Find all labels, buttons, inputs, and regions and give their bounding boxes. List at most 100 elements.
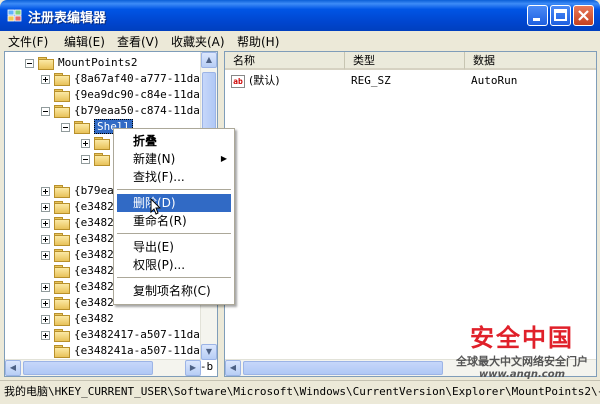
menu-item-delete[interactable]: 删除(D) xyxy=(117,194,231,212)
folder-icon xyxy=(54,281,70,294)
mouse-pointer-icon xyxy=(150,198,162,215)
tree-node-label: {e348241a-a507-11da-8 xyxy=(74,344,214,357)
tree-node[interactable]: {e348241a-a507-11da-8 xyxy=(41,343,213,359)
string-value-icon: ab xyxy=(231,74,245,88)
list-row[interactable]: ab (默认) REG_SZ AutoRun xyxy=(231,73,591,89)
folder-icon xyxy=(54,73,70,86)
folder-icon xyxy=(54,297,70,310)
column-header-data[interactable]: 数据 xyxy=(465,52,596,70)
tree-node[interactable] xyxy=(81,151,114,167)
tree-node[interactable]: {e3482 xyxy=(41,231,114,247)
menu-item-rename[interactable]: 重命名(R) xyxy=(117,212,231,230)
status-bar: 我的电脑\HKEY_CURRENT_USER\Software\Microsof… xyxy=(0,380,600,404)
menu-item-new[interactable]: 新建(N) ▶ xyxy=(117,150,231,168)
column-header-name[interactable]: 名称 xyxy=(225,52,345,70)
tree-node-label: {e3482 xyxy=(74,248,114,261)
scroll-down-button[interactable]: ▼ xyxy=(201,344,217,360)
scroll-left-button[interactable]: ◀ xyxy=(5,360,21,376)
context-menu: 折叠 新建(N) ▶ 查找(F)... 删除(D) 重命名(R) 导出(E) 权限… xyxy=(113,128,235,305)
folder-icon xyxy=(54,329,70,342)
watermark-url: www.anqn.com xyxy=(478,369,566,380)
tree-node[interactable]: {9ea9dc90-c84e-11da-a xyxy=(41,87,213,103)
tree-node-label: {b79eaa50-c874-11da-8 xyxy=(74,104,214,117)
menu-view[interactable]: 查看(V) xyxy=(117,33,159,50)
expand-icon[interactable] xyxy=(41,314,50,324)
expand-icon[interactable] xyxy=(41,298,50,308)
tree-node-label: MountPoints2 xyxy=(58,56,138,69)
scroll-thumb-horizontal[interactable] xyxy=(243,361,443,375)
menu-file[interactable]: 文件(F) xyxy=(8,33,48,50)
maximize-icon xyxy=(554,9,567,21)
expand-icon[interactable] xyxy=(41,282,50,292)
menu-item-collapse[interactable]: 折叠 xyxy=(117,132,231,150)
tree-node[interactable]: {e3482417-a507-11da-8 xyxy=(41,327,213,343)
title-bar[interactable]: 注册表编辑器 xyxy=(0,0,600,31)
menu-help[interactable]: 帮助(H) xyxy=(237,33,279,50)
minimize-button[interactable] xyxy=(527,5,548,26)
tree-node[interactable]: {e3482 xyxy=(41,215,114,231)
tree-node[interactable]: {e3482 xyxy=(41,295,114,311)
tree-node[interactable]: {8a67af40-a777-11da-b xyxy=(41,71,213,87)
folder-icon xyxy=(54,313,70,326)
menu-item-new-label: 新建(N) xyxy=(133,152,176,166)
menu-item-copy-key-name[interactable]: 复制项名称(C) xyxy=(117,282,231,300)
expand-icon[interactable] xyxy=(41,74,50,84)
expand-icon[interactable] xyxy=(81,138,90,148)
watermark-title: 安全中国 xyxy=(470,324,574,352)
collapse-icon[interactable] xyxy=(61,122,70,132)
column-header-type[interactable]: 类型 xyxy=(345,52,465,70)
menu-item-export[interactable]: 导出(E) xyxy=(117,238,231,256)
tree-node[interactable]: {e3482 xyxy=(41,263,114,279)
maximize-button[interactable] xyxy=(550,5,571,26)
folder-icon xyxy=(54,265,70,278)
menu-item-permissions[interactable]: 权限(P)... xyxy=(117,256,231,274)
tree-node[interactable]: {e3482 xyxy=(41,311,114,327)
window-title: 注册表编辑器 xyxy=(28,11,107,26)
folder-icon xyxy=(54,345,70,358)
tree-node[interactable]: MountPoints2 xyxy=(25,55,137,71)
tree-node-label: {e3482 xyxy=(74,200,114,213)
folder-icon xyxy=(54,233,70,246)
tree-horizontal-scrollbar[interactable]: ◀ ▶ xyxy=(5,359,201,376)
folder-icon xyxy=(54,201,70,214)
menu-favorites[interactable]: 收藏夹(A) xyxy=(171,33,225,50)
menu-separator xyxy=(117,233,231,234)
registry-app-icon xyxy=(7,9,22,22)
tree-node[interactable]: {b79eaa50-c874-11da-8 xyxy=(41,103,213,119)
submenu-arrow-icon: ▶ xyxy=(220,154,227,163)
close-icon xyxy=(578,10,589,21)
menu-edit[interactable]: 编辑(E) xyxy=(64,33,105,50)
expand-icon[interactable] xyxy=(41,250,50,260)
tree-node-label: {9ea9dc90-c84e-11da-a xyxy=(74,88,214,101)
tree-node[interactable]: {e3482 xyxy=(41,199,114,215)
minimize-icon xyxy=(533,18,540,21)
registry-editor-window: 注册表编辑器 文件(F) 编辑(E) 查看(V) 收藏夹(A) 帮助(H) Mo… xyxy=(0,0,600,404)
tree-node[interactable] xyxy=(81,135,114,151)
expand-icon[interactable] xyxy=(41,186,50,196)
folder-icon xyxy=(54,89,70,102)
collapse-icon[interactable] xyxy=(81,154,90,164)
expand-icon[interactable] xyxy=(41,234,50,244)
scroll-up-button[interactable]: ▲ xyxy=(201,52,217,68)
expand-icon[interactable] xyxy=(41,218,50,228)
scroll-left-button[interactable]: ◀ xyxy=(225,360,241,376)
expand-icon[interactable] xyxy=(41,202,50,212)
scroll-right-button[interactable]: ▶ xyxy=(185,360,201,376)
value-type: REG_SZ xyxy=(351,74,391,87)
folder-icon xyxy=(38,57,54,70)
scroll-thumb-horizontal[interactable] xyxy=(23,361,153,375)
menu-item-find[interactable]: 查找(F)... xyxy=(117,168,231,186)
tree-node[interactable]: {e3482 xyxy=(41,247,114,263)
collapse-icon[interactable] xyxy=(41,106,50,116)
tree-node-label: {e3482 xyxy=(74,216,114,229)
tree-node[interactable]: {b79eaa xyxy=(41,183,120,199)
tree-node-label: {e3482 xyxy=(74,312,114,325)
collapse-icon[interactable] xyxy=(25,58,34,68)
tree-node[interactable]: {e3482 xyxy=(41,279,114,295)
expand-icon[interactable] xyxy=(41,330,50,340)
tree-node-label: {e3482 xyxy=(74,296,114,309)
folder-icon xyxy=(54,249,70,262)
close-button[interactable] xyxy=(573,5,594,26)
folder-icon xyxy=(54,185,70,198)
folder-icon xyxy=(54,217,70,230)
